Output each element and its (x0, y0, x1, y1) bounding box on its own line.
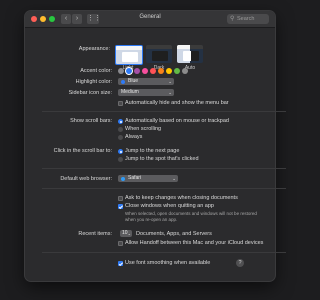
chevron-down-icon: ⌄ (168, 90, 172, 95)
ask-keep-changes-checkbox[interactable] (118, 196, 123, 201)
highlight-color-value: Blue (128, 78, 139, 84)
close-windows-note: When selected, open documents and window… (125, 211, 257, 222)
sidebar-icon-size-value: Medium (121, 89, 139, 95)
jump-to-spot-label: Jump to the spot that's clicked (125, 156, 199, 162)
search-placeholder: Search (237, 16, 255, 22)
safari-icon (121, 177, 125, 181)
sidebar-icon-size-dropdown[interactable]: Medium ⌄ (118, 89, 174, 96)
highlight-color-dot (121, 80, 125, 84)
help-button[interactable]: ? (236, 259, 244, 267)
search-input[interactable]: ⚲ Search (227, 14, 269, 24)
click-scroll-bar-label: Click in the scroll bar to: (53, 148, 112, 154)
title-bar: ‹ › ⋮⋮ General ⚲ Search (25, 11, 275, 28)
divider (42, 111, 286, 112)
font-smoothing-checkbox[interactable] (118, 261, 123, 266)
jump-next-page-label: Jump to the next page (125, 148, 180, 154)
scroll-bars-always-radio[interactable] (118, 135, 123, 140)
handoff-checkbox[interactable] (118, 241, 123, 246)
search-icon: ⚲ (230, 16, 235, 22)
recent-items-suffix: Documents, Apps, and Servers (136, 231, 212, 237)
scroll-bars-automatic-label: Automatically based on mouse or trackpad (125, 118, 229, 124)
scroll-bars-when-scrolling-radio[interactable] (118, 127, 123, 132)
accent-color-swatch[interactable] (150, 68, 156, 74)
show-scroll-bars-label: Show scroll bars: (70, 118, 112, 124)
accent-color-label: Accent color: (80, 68, 112, 74)
close-windows-label: Close windows when quitting an app (125, 203, 214, 209)
recent-items-label: Recent items: (78, 231, 112, 237)
divider (42, 252, 286, 253)
font-smoothing-label: Use font smoothing when available (125, 260, 211, 266)
appearance-auto-caption: Auto (184, 65, 196, 71)
divider (42, 188, 286, 189)
ask-keep-changes-label: Ask to keep changes when closing documen… (125, 195, 238, 201)
appearance-dark-option[interactable] (146, 45, 172, 63)
accent-color-swatch[interactable] (182, 68, 188, 74)
recent-items-dropdown[interactable]: 10 ⌄ (120, 230, 132, 237)
chevron-down-icon: ⌄ (172, 176, 176, 181)
accent-color-swatch[interactable] (158, 68, 164, 74)
highlight-color-dropdown[interactable]: Blue ⌄ (118, 78, 174, 85)
accent-color-swatch[interactable] (166, 68, 172, 74)
default-browser-label: Default web browser: (60, 176, 112, 182)
divider (42, 168, 286, 169)
accent-color-swatch[interactable] (142, 68, 148, 74)
jump-to-spot-radio[interactable] (118, 157, 123, 162)
handoff-label: Allow Handoff between this Mac and your … (125, 240, 264, 246)
appearance-light-option[interactable] (115, 45, 143, 65)
chevron-down-icon: ⌄ (168, 79, 172, 84)
sidebar-icon-size-label: Sidebar icon size: (68, 90, 112, 96)
default-browser-dropdown[interactable]: Safari ⌄ (118, 175, 178, 182)
accent-color-swatch[interactable] (134, 68, 140, 74)
hide-menu-bar-checkbox[interactable] (118, 101, 123, 106)
hide-menu-bar-label: Automatically hide and show the menu bar (125, 100, 229, 106)
highlight-color-label: Highlight color: (75, 79, 112, 85)
scroll-bars-always-label: Always (125, 134, 143, 140)
appearance-auto-option[interactable] (177, 45, 203, 63)
default-browser-value: Safari (128, 175, 142, 181)
scroll-bars-when-scrolling-label: When scrolling (125, 126, 162, 132)
accent-color-swatch[interactable] (174, 68, 180, 74)
chevron-down-icon: ⌄ (127, 231, 131, 236)
accent-color-swatch[interactable] (126, 68, 132, 74)
close-windows-checkbox[interactable] (118, 204, 123, 209)
jump-next-page-radio[interactable] (118, 149, 123, 154)
appearance-label: Appearance: (78, 46, 110, 52)
scroll-bars-automatic-radio[interactable] (118, 119, 123, 124)
accent-color-swatch[interactable] (118, 68, 124, 74)
